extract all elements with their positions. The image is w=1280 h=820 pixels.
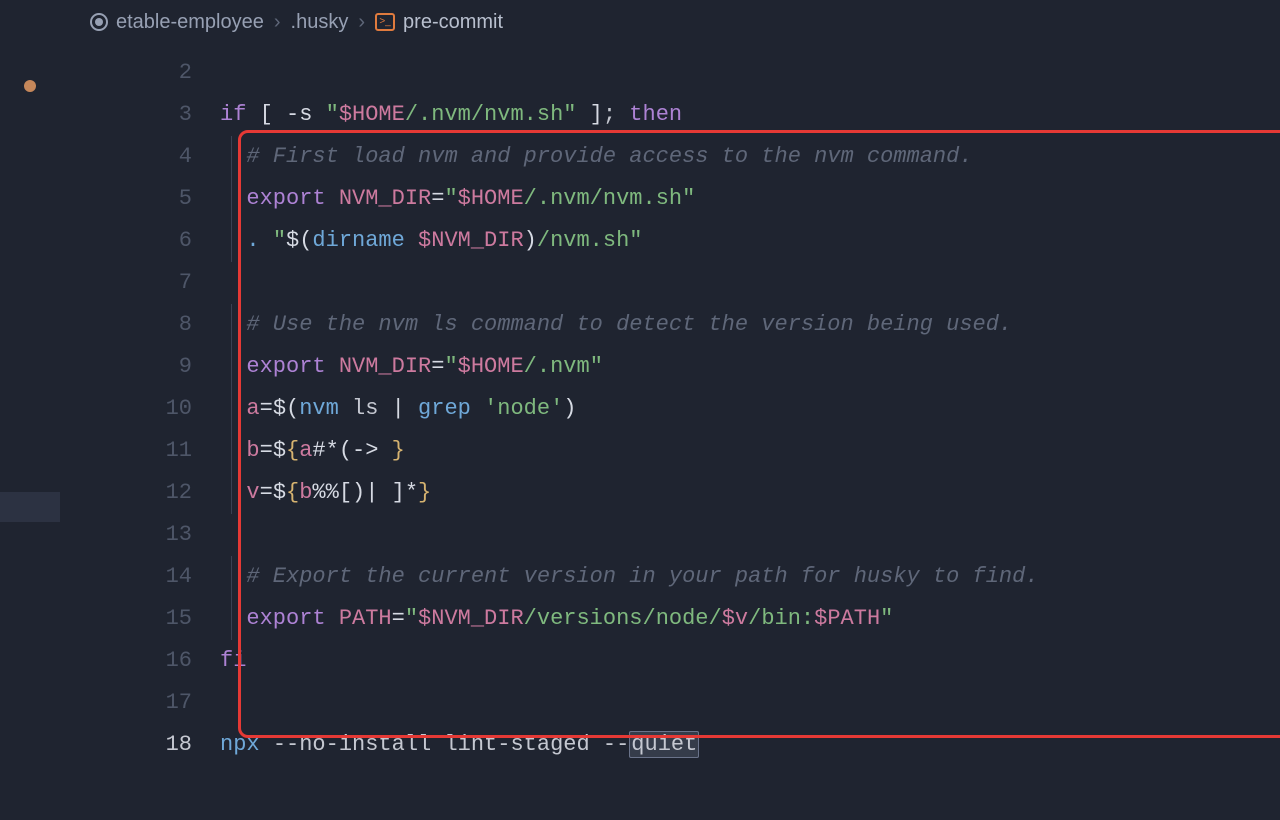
code-line[interactable]: # Export the current version in your pat… (220, 556, 1280, 598)
chevron-right-icon: › (274, 11, 281, 34)
code-line[interactable]: export NVM_DIR="$HOME/.nvm" (220, 346, 1280, 388)
code-line[interactable]: # Use the nvm ls command to detect the v… (220, 304, 1280, 346)
code-line[interactable]: b=${a#*(-> } (220, 430, 1280, 472)
code-line[interactable]: export NVM_DIR="$HOME/.nvm/nvm.sh" (220, 178, 1280, 220)
line-number[interactable]: 9 (60, 346, 192, 388)
line-number-gutter[interactable]: 23456789101112131415161718 (60, 52, 220, 820)
line-number[interactable]: 2 (60, 52, 192, 94)
terminal-icon: >_ (375, 13, 395, 31)
line-number[interactable]: 14 (60, 556, 192, 598)
chevron-right-icon: › (358, 11, 365, 34)
line-number[interactable]: 8 (60, 304, 192, 346)
code-line[interactable] (220, 514, 1280, 556)
breadcrumb-label: etable-employee (116, 11, 264, 34)
line-number[interactable]: 4 (60, 136, 192, 178)
line-number[interactable]: 12 (60, 472, 192, 514)
breadcrumb-project[interactable]: etable-employee (90, 11, 264, 34)
code-line[interactable]: export PATH="$NVM_DIR/versions/node/$v/b… (220, 598, 1280, 640)
code-line[interactable] (220, 52, 1280, 94)
breadcrumb[interactable]: etable-employee › .husky › >_ pre-commit (60, 0, 1280, 44)
code-line[interactable]: if [ -s "$HOME/.nvm/nvm.sh" ]; then (220, 94, 1280, 136)
code-line[interactable]: . "$(dirname $NVM_DIR)/nvm.sh" (220, 220, 1280, 262)
line-number[interactable]: 17 (60, 682, 192, 724)
line-number[interactable]: 6 (60, 220, 192, 262)
code-line[interactable] (220, 262, 1280, 304)
code-line[interactable] (220, 682, 1280, 724)
target-icon (90, 13, 108, 31)
line-number[interactable]: 18 (60, 724, 192, 766)
line-number[interactable]: 16 (60, 640, 192, 682)
line-number[interactable]: 15 (60, 598, 192, 640)
breadcrumb-label: pre-commit (403, 11, 503, 34)
code-line[interactable]: a=$(nvm ls | grep 'node') (220, 388, 1280, 430)
breadcrumb-label: .husky (291, 11, 349, 34)
line-number[interactable]: 11 (60, 430, 192, 472)
code-editor[interactable]: 23456789101112131415161718 if [ -s "$HOM… (60, 44, 1280, 820)
line-number[interactable]: 3 (60, 94, 192, 136)
minimap-slice (0, 492, 60, 522)
code-line[interactable]: # First load nvm and provide access to t… (220, 136, 1280, 178)
line-number[interactable]: 10 (60, 388, 192, 430)
breadcrumb-folder[interactable]: .husky (291, 11, 349, 34)
line-number[interactable]: 5 (60, 178, 192, 220)
activity-bar (0, 0, 60, 820)
code-line[interactable]: npx --no-install lint-staged --quiet (220, 724, 1280, 766)
modified-dot-icon (24, 80, 36, 92)
code-area[interactable]: if [ -s "$HOME/.nvm/nvm.sh" ]; then # Fi… (220, 52, 1280, 820)
line-number[interactable]: 7 (60, 262, 192, 304)
code-line[interactable]: v=${b%%[)| ]*} (220, 472, 1280, 514)
code-line[interactable]: fi (220, 640, 1280, 682)
breadcrumb-file[interactable]: >_ pre-commit (375, 11, 503, 34)
line-number[interactable]: 13 (60, 514, 192, 556)
